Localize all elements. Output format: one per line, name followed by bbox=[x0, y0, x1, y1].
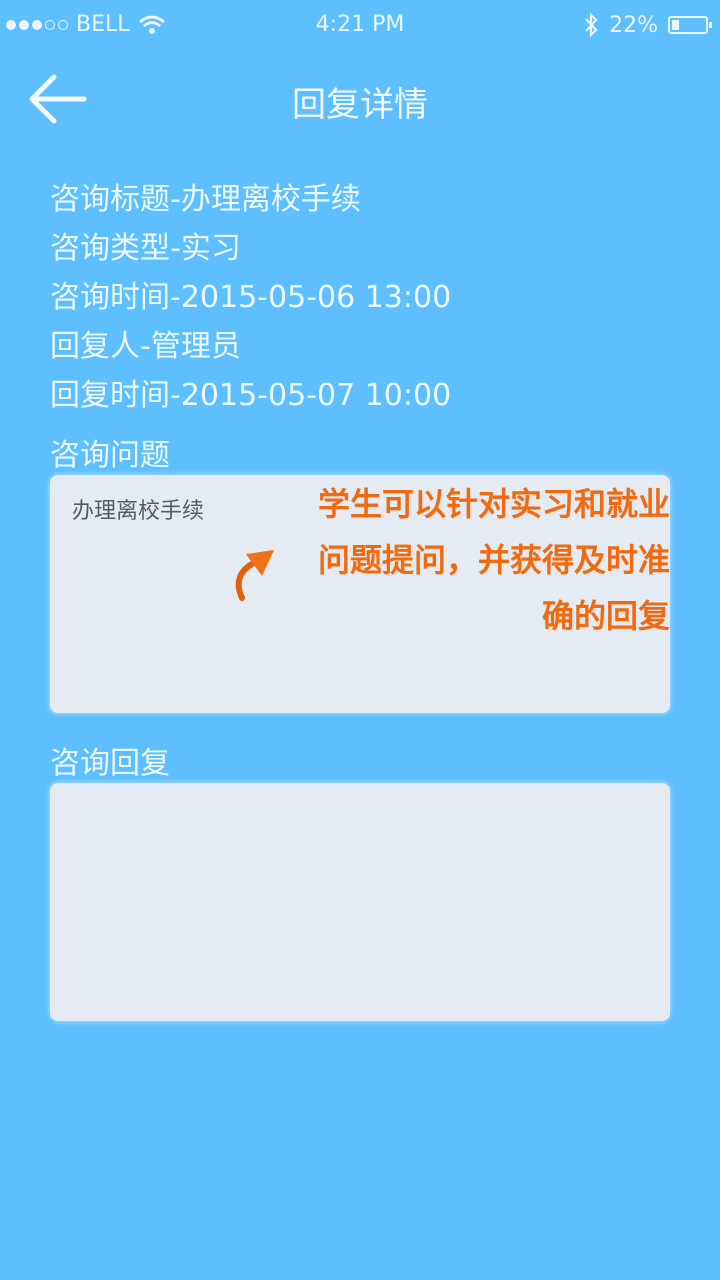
reply-box[interactable] bbox=[50, 783, 670, 1021]
reply-label: 咨询回复 bbox=[50, 746, 170, 781]
page-title: 回复详情 bbox=[292, 85, 428, 125]
bluetooth-icon bbox=[585, 12, 598, 38]
question-content: 办理离校手续 bbox=[72, 499, 205, 524]
curved-arrow-icon bbox=[235, 550, 274, 601]
reply-time: 回复时间-2015-05-07 10:00 bbox=[50, 378, 452, 413]
consult-info: 咨询标题-办理离校手续 咨询类型-实习 咨询时间-2015-05-06 13:0… bbox=[50, 175, 451, 420]
nav-bar: 回复详情 bbox=[0, 55, 720, 145]
question-label: 咨询问题 bbox=[50, 438, 170, 473]
consult-time: 咨询时间-2015-05-06 13:00 bbox=[50, 280, 452, 315]
annotation-text: 学生可以针对实习和就业问题提问，并获得及时准确的回复 bbox=[317, 485, 670, 635]
consult-type: 咨询类型-实习 bbox=[50, 231, 241, 266]
battery-percent: 22% bbox=[609, 12, 658, 38]
consult-title: 咨询标题-办理离校手续 bbox=[50, 182, 361, 217]
replier: 回复人-管理员 bbox=[50, 329, 241, 364]
status-right: 22% bbox=[583, 12, 712, 38]
status-bar: BELL 4:21 PM 22% bbox=[0, 0, 720, 50]
battery-icon bbox=[668, 16, 712, 34]
